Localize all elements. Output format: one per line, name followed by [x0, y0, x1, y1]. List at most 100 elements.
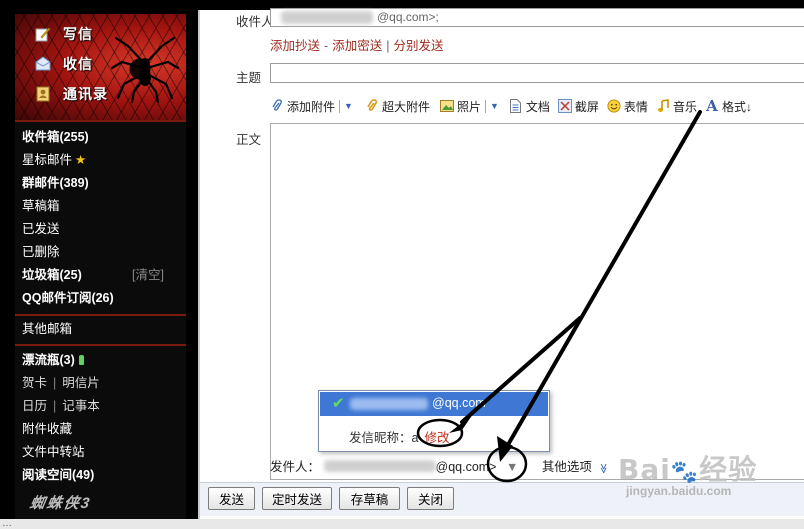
emoji-button[interactable]: 表情	[607, 98, 648, 115]
inbox-label: 收信	[63, 56, 93, 72]
add-bcc-link[interactable]: 添加密送	[332, 39, 382, 53]
sender-label: 发件人：	[270, 460, 321, 474]
folder-label: 垃圾箱(25)	[22, 268, 82, 282]
folder-label: 草稿箱	[22, 199, 60, 213]
format-label: 格式↓	[721, 99, 752, 114]
recipient-label: 收件人	[236, 15, 274, 29]
redacted-sender	[323, 460, 436, 472]
other-mailbox-link[interactable]: 其他邮箱	[22, 319, 72, 339]
music-note-icon	[656, 99, 670, 113]
subject-input[interactable]	[270, 63, 804, 83]
photo-dropdown-icon[interactable]: ▼	[490, 101, 499, 111]
attachment-dropdown-icon[interactable]: ▼	[344, 101, 353, 111]
contacts-icon	[35, 86, 51, 102]
sender-option-email: @qq.com	[432, 396, 486, 410]
folder-label: QQ邮件订阅(26)	[22, 291, 114, 305]
reading-space-label: 阅读空间(49)	[22, 468, 95, 482]
attachment-favorites-label: 附件收藏	[22, 422, 73, 436]
folder-label: 已发送	[22, 222, 60, 236]
folder-group-mail[interactable]: 群邮件(389)	[22, 173, 89, 193]
other-mailbox-label: 其他邮箱	[22, 322, 73, 336]
sidebar: 写信 收信 通讯录 收件箱(255) 星标邮件 ★ 群邮件(389) 草稿箱 已发…	[0, 0, 198, 529]
document-icon	[509, 99, 523, 113]
recipient-input[interactable]: @qq.com>;	[270, 8, 804, 27]
calendar-link[interactable]: 日历	[22, 399, 47, 413]
close-button[interactable]: 关闭	[407, 487, 454, 510]
notebook-link[interactable]: 记事本	[62, 399, 100, 413]
folder-starred[interactable]: 星标邮件 ★	[22, 150, 86, 170]
redacted-blur	[323, 460, 436, 472]
sender-option-selected[interactable]: ✔ @qq.com	[320, 392, 548, 416]
spider-emblem-icon	[110, 36, 180, 104]
compose-icon	[35, 26, 51, 42]
sender-row: 发件人： @qq.com> ▼ 其他选项 ≫	[270, 456, 609, 475]
scheduled-send-button[interactable]: 定时发送	[262, 487, 332, 510]
other-options-link[interactable]: 其他选项	[542, 460, 592, 474]
drift-bottle-link[interactable]: 漂流瓶(3)	[22, 350, 84, 370]
bottle-icon	[78, 355, 84, 365]
redacted-blur	[350, 398, 428, 410]
attachment-favorites-link[interactable]: 附件收藏	[22, 419, 72, 439]
drift-bottle-label: 漂流瓶(3)	[22, 353, 75, 367]
paperclip-icon	[270, 99, 284, 113]
cards-row: 贺卡 | 明信片	[22, 373, 100, 393]
music-label: 音乐	[672, 99, 697, 114]
add-cc-link[interactable]: 添加抄送	[270, 39, 320, 53]
recipient-suffix: @qq.com>;	[377, 10, 439, 24]
dash: -	[324, 39, 329, 53]
folder-label: 收件箱(255)	[22, 130, 89, 144]
folder-inbox[interactable]: 收件箱(255)	[22, 127, 89, 147]
empty-spam-link[interactable]: [清空]	[132, 265, 164, 285]
compose-link[interactable]: 写信	[35, 23, 93, 45]
add-attachment-button[interactable]: 添加附件 ▼	[270, 98, 353, 115]
reading-space-link[interactable]: 阅读空间(49)	[22, 465, 94, 485]
format-button[interactable]: A 格式↓	[705, 97, 752, 115]
sender-dropdown-arrow[interactable]: ▼	[506, 460, 518, 474]
sender-dropdown-menu: ✔ @qq.com 发信昵称：a 修改	[318, 390, 550, 452]
folder-qq-subscription[interactable]: QQ邮件订阅(26)	[22, 288, 114, 308]
chevron-down-icon[interactable]: ≫	[598, 463, 609, 473]
greeting-card-link[interactable]: 贺卡	[22, 376, 47, 390]
folder-spam[interactable]: 垃圾箱(25) [清空]	[22, 265, 164, 285]
save-draft-button[interactable]: 存草稿	[339, 487, 400, 510]
document-button[interactable]: 文档	[509, 98, 550, 115]
folder-deleted[interactable]: 已删除	[22, 242, 60, 262]
cc-links: 添加抄送 - 添加密送 | 分别发送	[270, 35, 443, 54]
checkmark-icon: ✔	[332, 395, 345, 412]
inbox-icon	[35, 56, 51, 72]
sender-email-suffix: @qq.com>	[435, 460, 497, 474]
folder-label: 星标邮件	[22, 153, 73, 167]
divider	[484, 99, 486, 113]
folder-label: 群邮件(389)	[22, 176, 89, 190]
music-button[interactable]: 音乐	[656, 98, 697, 115]
separator: |	[53, 399, 57, 413]
screenshot-button[interactable]: 截屏	[557, 98, 599, 115]
body-label: 正文	[236, 133, 262, 147]
smiley-icon	[607, 99, 621, 113]
send-button[interactable]: 发送	[208, 487, 255, 510]
modify-nickname-link[interactable]: 修改	[424, 431, 449, 445]
folder-label: 已删除	[22, 245, 60, 259]
subject-label: 主题	[236, 71, 262, 85]
compose-panel: 收件人 @qq.com>; 添加抄送 - 添加密送 | 分别发送 主题 添加附件 ▼ 超…	[198, 8, 804, 529]
emoji-label: 表情	[623, 99, 648, 114]
spiderman-banner: 写信 收信 通讯录	[15, 14, 186, 121]
folder-sent[interactable]: 已发送	[22, 219, 60, 239]
divider	[15, 314, 186, 316]
spiderman-logo: 蜘蛛侠3	[28, 495, 93, 512]
add-attachment-label: 添加附件	[287, 99, 336, 114]
file-transfer-link[interactable]: 文件中转站	[22, 442, 85, 462]
postcard-link[interactable]: 明信片	[62, 376, 100, 390]
photo-icon	[439, 99, 454, 113]
inbox-link[interactable]: 收信	[35, 53, 93, 75]
folder-drafts[interactable]: 草稿箱	[22, 196, 60, 216]
photo-label: 照片	[456, 99, 481, 114]
nickname-row: 发信昵称：a 修改	[349, 427, 449, 446]
large-attachment-button[interactable]: 超大附件	[365, 98, 430, 115]
separate-send-link[interactable]: 分别发送	[393, 39, 443, 53]
large-attachment-label: 超大附件	[381, 99, 430, 114]
contacts-link[interactable]: 通讯录	[35, 83, 108, 105]
photo-button[interactable]: 照片 ▼	[439, 98, 499, 115]
separator: |	[53, 376, 57, 390]
compose-label: 写信	[63, 26, 93, 42]
